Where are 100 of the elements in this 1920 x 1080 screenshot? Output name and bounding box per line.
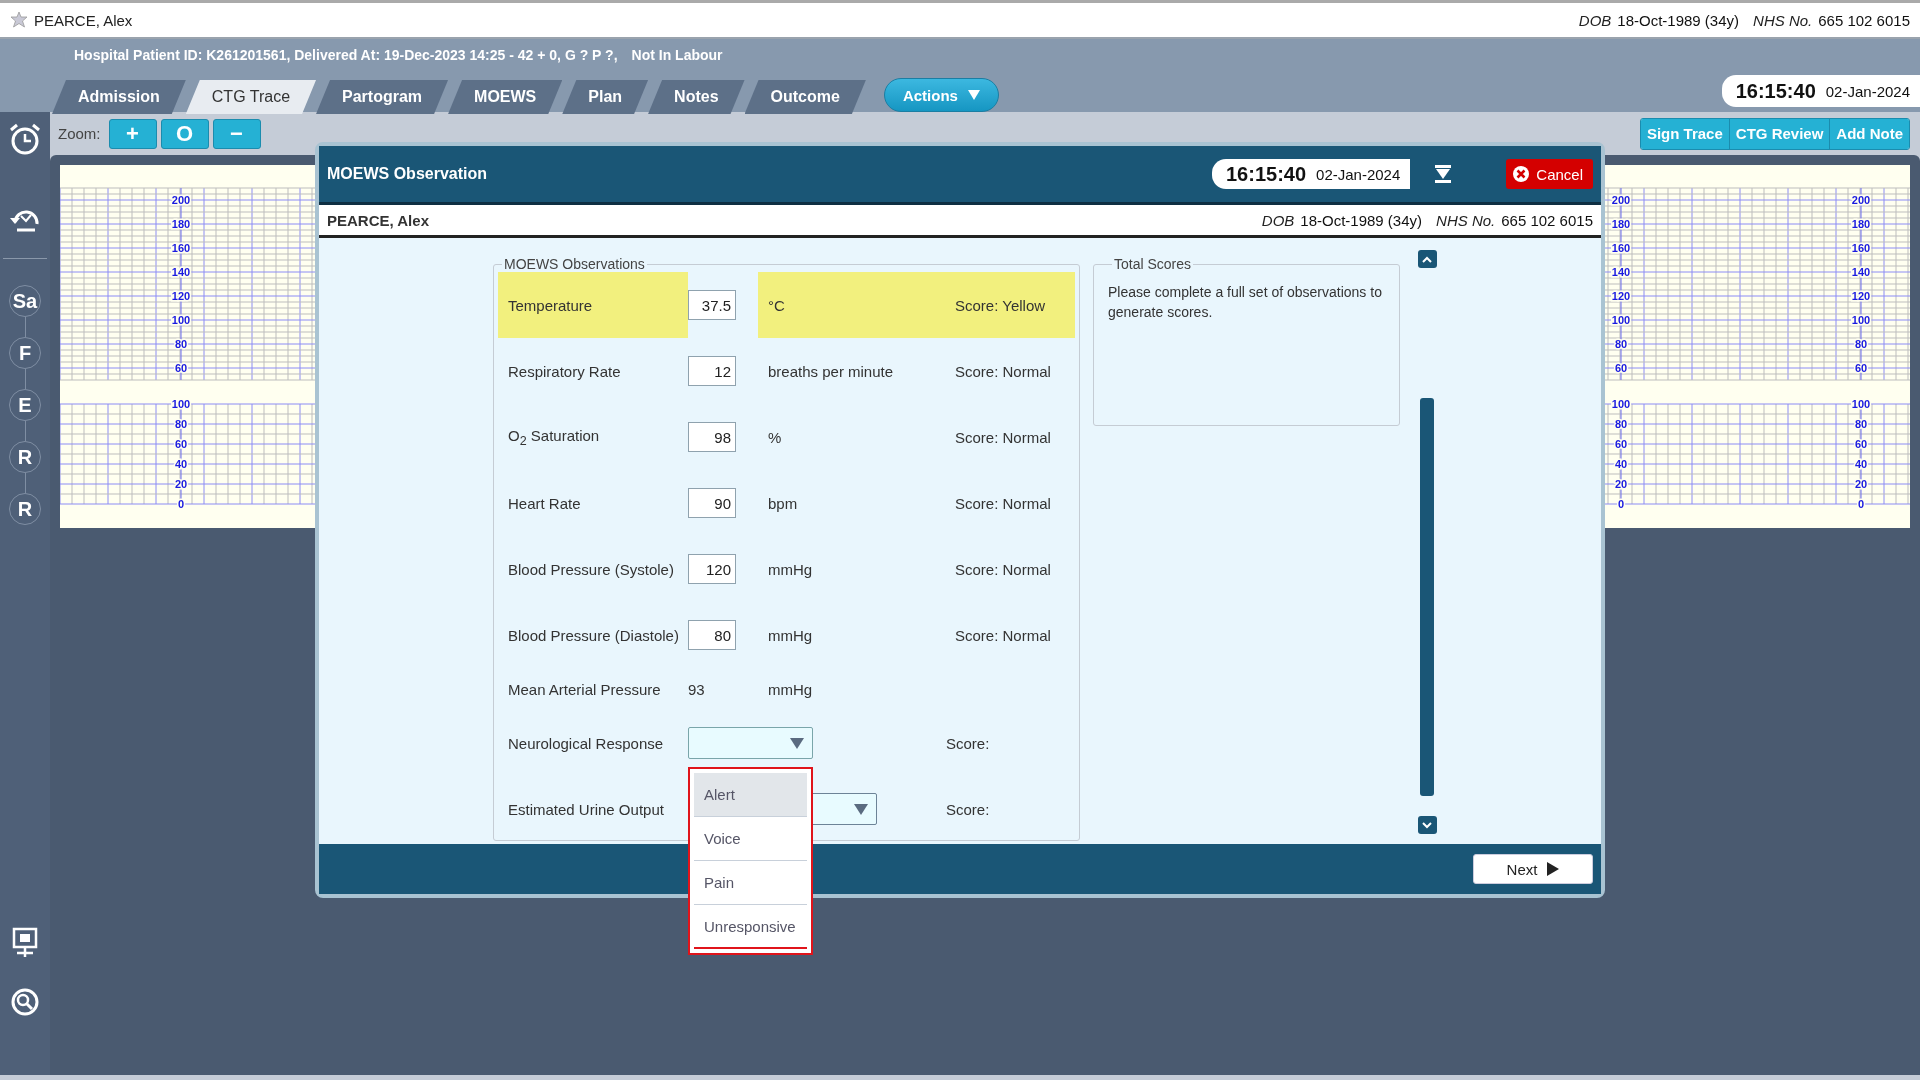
scale-label: 120 (171, 290, 191, 302)
scale-label: 180 (1611, 218, 1631, 230)
score-label: Score: (946, 800, 990, 818)
observation-label: Neurological Response (508, 734, 664, 752)
chevron-up-icon (1422, 255, 1432, 263)
scale-label: 180 (171, 218, 191, 230)
scale-label: 100 (1851, 314, 1871, 326)
scale-label: 200 (1611, 194, 1631, 206)
scale-label: 80 (174, 338, 188, 350)
filter-icon[interactable] (1434, 164, 1453, 184)
score-label: Score: Normal (955, 560, 1051, 578)
observation-label: Respiratory Rate (508, 362, 621, 380)
patient-name: PEARCE, Alex (34, 11, 133, 29)
cancel-button[interactable]: Cancel (1506, 159, 1593, 189)
alarm-clock-icon[interactable] (8, 122, 42, 156)
nav-tab[interactable]: CTG Trace (185, 80, 317, 114)
unit-label: mmHg (768, 560, 813, 578)
scale-label: 100 (171, 314, 191, 326)
unit-label: °C (768, 296, 785, 314)
dropdown-option[interactable]: Alert (694, 773, 807, 817)
observation-label: Mean Arterial Pressure (508, 680, 661, 698)
scale-label: 0 (177, 498, 185, 510)
scale-label: 100 (1851, 398, 1871, 410)
scale-label: 100 (171, 398, 191, 410)
dropdown-arrow-icon (854, 803, 868, 815)
score-label: Score: Normal (955, 494, 1051, 512)
nhs-number: 665 102 6015 (1818, 11, 1910, 29)
nhs-number: 665 102 6015 (1501, 211, 1593, 229)
scale-label: 60 (174, 438, 188, 450)
scale-label: 200 (1851, 194, 1871, 206)
scroll-down-button[interactable] (1417, 816, 1437, 834)
observation-label: Blood Pressure (Diastole) (508, 626, 679, 644)
scale-label: 80 (174, 418, 188, 430)
scores-message: Please complete a full set of observations to generate scores. (1108, 283, 1383, 322)
dob-label: DOB (1261, 211, 1295, 229)
value-field[interactable]: 90 (688, 488, 736, 518)
presentation-board-icon[interactable] (11, 927, 39, 959)
scroll-up-button[interactable] (1417, 250, 1437, 268)
scale-label: 120 (1851, 290, 1871, 302)
nav-tab[interactable]: Plan (562, 80, 649, 114)
search-icon[interactable] (10, 987, 40, 1017)
scale-label: 60 (1854, 438, 1868, 450)
nhs-label: NHS No. (1436, 211, 1496, 229)
stage-marker[interactable]: F (9, 337, 41, 369)
clock-date: 02-Jan-2024 (1825, 82, 1910, 100)
stage-marker[interactable]: E (9, 389, 41, 421)
stage-marker[interactable]: Sa (9, 285, 41, 317)
value-field[interactable]: 37.5 (688, 290, 736, 320)
observation-label: Blood Pressure (Systole) (508, 560, 674, 578)
scale-label: 80 (1614, 418, 1628, 430)
value-field[interactable]: 12 (688, 356, 736, 386)
scale-label: 80 (1854, 338, 1868, 350)
scale-label: 40 (1614, 458, 1628, 470)
stage-marker[interactable]: R (9, 493, 41, 525)
stage-marker[interactable]: R (9, 441, 41, 473)
nav-tab[interactable]: Notes (648, 80, 745, 114)
scale-label: 60 (1614, 438, 1628, 450)
score-label: Score: Normal (955, 362, 1051, 380)
scale-label: 160 (171, 242, 191, 254)
zoom-label: Zoom: (58, 125, 101, 142)
nav-tab[interactable]: Partogram (316, 80, 449, 114)
scale-label: 40 (174, 458, 188, 470)
nav-tab[interactable]: Admission (52, 80, 186, 114)
chevron-down-icon (1422, 821, 1432, 829)
play-arrow-icon (1547, 862, 1560, 876)
app-logo-icon (10, 11, 28, 29)
value-field[interactable]: 98 (688, 422, 736, 452)
scale-label: 80 (1854, 418, 1868, 430)
calculated-value: 93 (688, 680, 706, 698)
scale-label: 20 (1854, 478, 1868, 490)
close-icon (1512, 165, 1531, 183)
patient-details: Hospital Patient ID: K261201561, Delivered At: 19-Dec-2023 14:25 - 42 + 0, G ? P ?, (74, 47, 618, 65)
scroll-thumb[interactable] (1420, 398, 1434, 796)
value-field[interactable]: 120 (688, 554, 736, 584)
next-button[interactable]: Next (1473, 854, 1593, 884)
value-field[interactable]: 80 (688, 620, 736, 650)
scale-label: 140 (1851, 266, 1871, 278)
scale-label: 120 (1611, 290, 1631, 302)
scale-label: 60 (1854, 362, 1868, 374)
nav-tab[interactable]: Outcome (744, 80, 866, 114)
unit-label: % (768, 428, 782, 446)
scale-label: 180 (1851, 218, 1871, 230)
dob-label: DOB (1578, 11, 1612, 29)
scale-label: 140 (1611, 266, 1631, 278)
scale-label: 60 (174, 362, 188, 374)
scale-label: 140 (171, 266, 191, 278)
dropdown-field[interactable] (688, 727, 813, 759)
labour-status: Not In Labour (631, 47, 723, 65)
unit-label: bpm (768, 494, 798, 512)
scale-label: 40 (1854, 458, 1868, 470)
scale-label: 100 (1611, 314, 1631, 326)
caret-icon (967, 90, 980, 100)
observation-label: Heart Rate (508, 494, 581, 512)
nav-tab[interactable]: MOEWS (448, 80, 563, 114)
score-label: Score: Yellow (955, 296, 1046, 314)
unit-label: breaths per minute (768, 362, 894, 380)
scale-label: 100 (1611, 398, 1631, 410)
panel-legend: Total Scores (1112, 256, 1194, 272)
scale-label: 160 (1851, 242, 1871, 254)
scale-label: 0 (1617, 498, 1625, 510)
